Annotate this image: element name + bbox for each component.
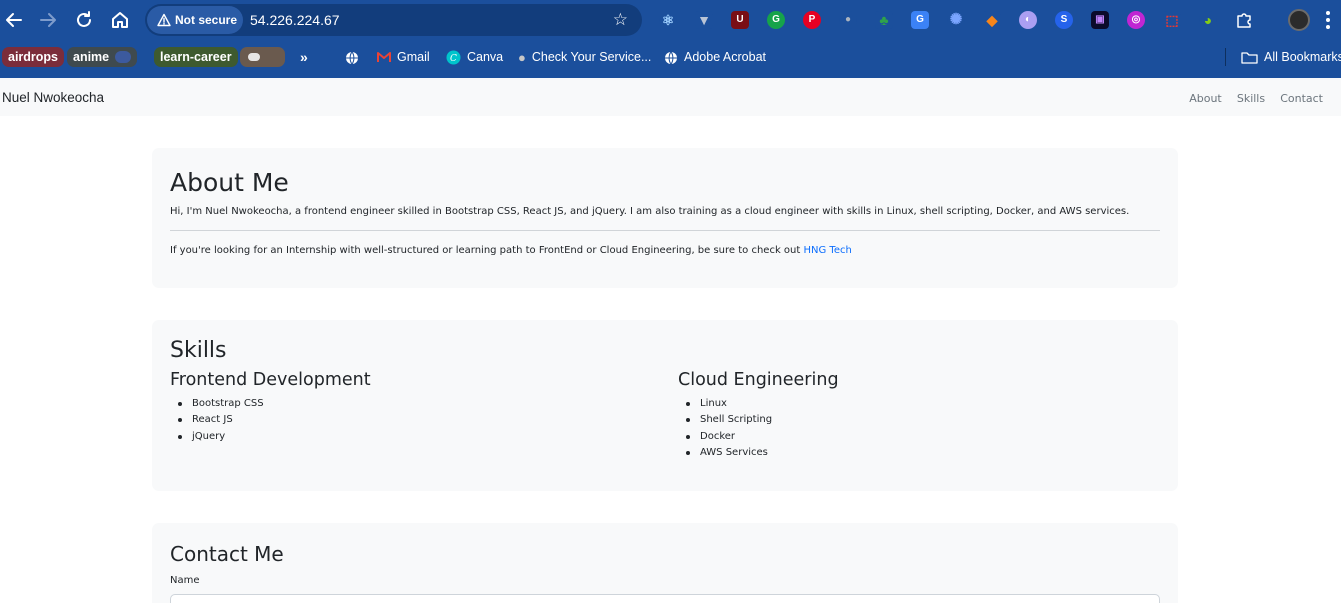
url-text[interactable]: 54.226.224.67: [250, 4, 340, 36]
metamask-icon[interactable]: ◆: [983, 11, 1001, 29]
magenta-icon[interactable]: ◎: [1127, 11, 1145, 29]
rabby-icon[interactable]: ●: [839, 11, 857, 29]
apple-icon: ●: [518, 49, 526, 65]
list-item: Shell Scripting: [686, 412, 839, 428]
about-cta-text: If you're looking for an Internship with…: [170, 245, 801, 256]
contact-title: Contact Me: [170, 542, 284, 566]
skill-group-title: Frontend Development: [170, 370, 371, 390]
warning-icon: [157, 13, 171, 27]
skill-group-frontend: Frontend Development Bootstrap CSS React…: [170, 370, 371, 445]
skills-section: Skills Frontend Development Bootstrap CS…: [152, 320, 1178, 491]
about-cta: If you're looking for an Internship with…: [170, 245, 852, 256]
about-intro: Hi, I'm Nuel Nwokeocha, a frontend engin…: [170, 206, 1130, 217]
contact-section: Contact Me Name: [152, 523, 1178, 603]
svg-text:C: C: [450, 54, 457, 64]
bookmark-label: Adobe Acrobat: [684, 50, 767, 64]
nav-link-contact[interactable]: Contact: [1280, 92, 1323, 105]
all-bookmarks-button[interactable]: All Bookmarks: [1241, 47, 1341, 67]
globe-icon: [665, 51, 677, 65]
bonsai-icon[interactable]: ♣: [875, 11, 893, 29]
profile-avatar[interactable]: [1288, 9, 1310, 31]
bookmark-folder-anime[interactable]: anime: [67, 47, 138, 67]
bookmark-star-icon[interactable]: ☆: [613, 8, 628, 32]
divider: [170, 230, 1160, 231]
gear-blue-icon[interactable]: ✺: [947, 11, 965, 29]
vuejs-icon[interactable]: ▼: [695, 11, 713, 29]
bookmark-label: Canva: [467, 50, 504, 64]
nav-link-about[interactable]: About: [1189, 92, 1222, 105]
list-item: Linux: [686, 396, 839, 412]
about-section: About Me Hi, I'm Nuel Nwokeocha, a front…: [152, 148, 1178, 288]
bookmark-globe[interactable]: [345, 47, 365, 67]
bookmark-gmail[interactable]: Gmail: [377, 47, 430, 67]
skills-title: Skills: [170, 338, 227, 363]
puzzle-icon[interactable]: [1235, 11, 1253, 29]
react-devtools-icon[interactable]: ⚛: [659, 11, 677, 29]
bookmarks-bar: airdrops anime learn-career » Gmail C Can…: [0, 40, 1341, 106]
name-label: Name: [170, 575, 200, 586]
hng-tech-link[interactable]: HNG Tech: [804, 245, 852, 256]
browser-toolbar: Not secure 54.226.224.67 ☆ ⚛ ▼ U G P ● ♣…: [0, 0, 1341, 40]
google-translate-icon[interactable]: G: [911, 11, 929, 29]
address-bar[interactable]: Not secure 54.226.224.67 ☆: [145, 4, 642, 36]
reload-icon[interactable]: [72, 8, 96, 32]
site-navbar: Nuel Nwokeocha About Skills Contact: [0, 78, 1341, 116]
cloud-icon: [248, 53, 260, 61]
bookmark-divider: [1225, 48, 1226, 66]
pdf-icon[interactable]: ⬚: [1163, 11, 1181, 29]
list-item: React JS: [178, 412, 371, 428]
folder-icon: [1241, 52, 1258, 64]
bookmark-check-service[interactable]: ● Check Your Service...: [518, 47, 651, 67]
site-brand[interactable]: Nuel Nwokeocha: [2, 78, 104, 118]
name-input[interactable]: [170, 594, 1160, 603]
nav-link-skills[interactable]: Skills: [1237, 92, 1265, 105]
home-icon[interactable]: [108, 8, 132, 32]
bookmark-folder-label: anime: [73, 50, 110, 64]
ublock-icon[interactable]: U: [731, 11, 749, 29]
bookmark-label: Gmail: [397, 50, 430, 64]
bookmark-canva[interactable]: C Canva: [446, 47, 503, 67]
skill-list: Linux Shell Scripting Docker AWS Service…: [678, 396, 839, 461]
bookmark-folder-airdrops[interactable]: airdrops: [2, 47, 65, 67]
browser-menu-icon[interactable]: [1326, 11, 1330, 29]
about-title: About Me: [170, 168, 289, 197]
grammarly-icon[interactable]: G: [767, 11, 785, 29]
list-item: Bootstrap CSS: [178, 396, 371, 412]
list-item: jQuery: [178, 429, 371, 445]
bookmark-folder-learn-career[interactable]: learn-career: [154, 47, 238, 67]
skill-list: Bootstrap CSS React JS jQuery: [170, 396, 371, 445]
sider-icon[interactable]: S: [1055, 11, 1073, 29]
bookmark-adobe-acrobat[interactable]: Adobe Acrobat: [664, 47, 766, 67]
list-item: AWS Services: [686, 445, 839, 461]
phantom-icon[interactable]: ◐: [1019, 11, 1037, 29]
bookmark-label: All Bookmarks: [1264, 50, 1341, 64]
globe-icon: [346, 51, 358, 65]
list-item: Docker: [686, 429, 839, 445]
emoji-icon: [115, 51, 132, 63]
bookmarks-overflow-icon[interactable]: »: [300, 47, 308, 67]
earth-icon[interactable]: ◕: [1199, 11, 1217, 29]
security-label: Not secure: [175, 13, 238, 27]
gmail-icon: [377, 52, 391, 63]
back-icon[interactable]: [2, 8, 26, 32]
canva-icon: C: [446, 50, 461, 65]
bookmark-folder-unnamed[interactable]: [240, 47, 285, 67]
nav-links: About Skills Contact: [1179, 78, 1323, 118]
pinterest-icon[interactable]: P: [803, 11, 821, 29]
site-info-button[interactable]: Not secure: [147, 6, 243, 34]
forward-icon[interactable]: [36, 8, 60, 32]
bookmark-label: Check Your Service...: [531, 50, 652, 64]
skill-group-cloud: Cloud Engineering Linux Shell Scripting …: [678, 370, 839, 461]
skill-group-title: Cloud Engineering: [678, 370, 839, 390]
tab-icon[interactable]: ▣: [1091, 11, 1109, 29]
